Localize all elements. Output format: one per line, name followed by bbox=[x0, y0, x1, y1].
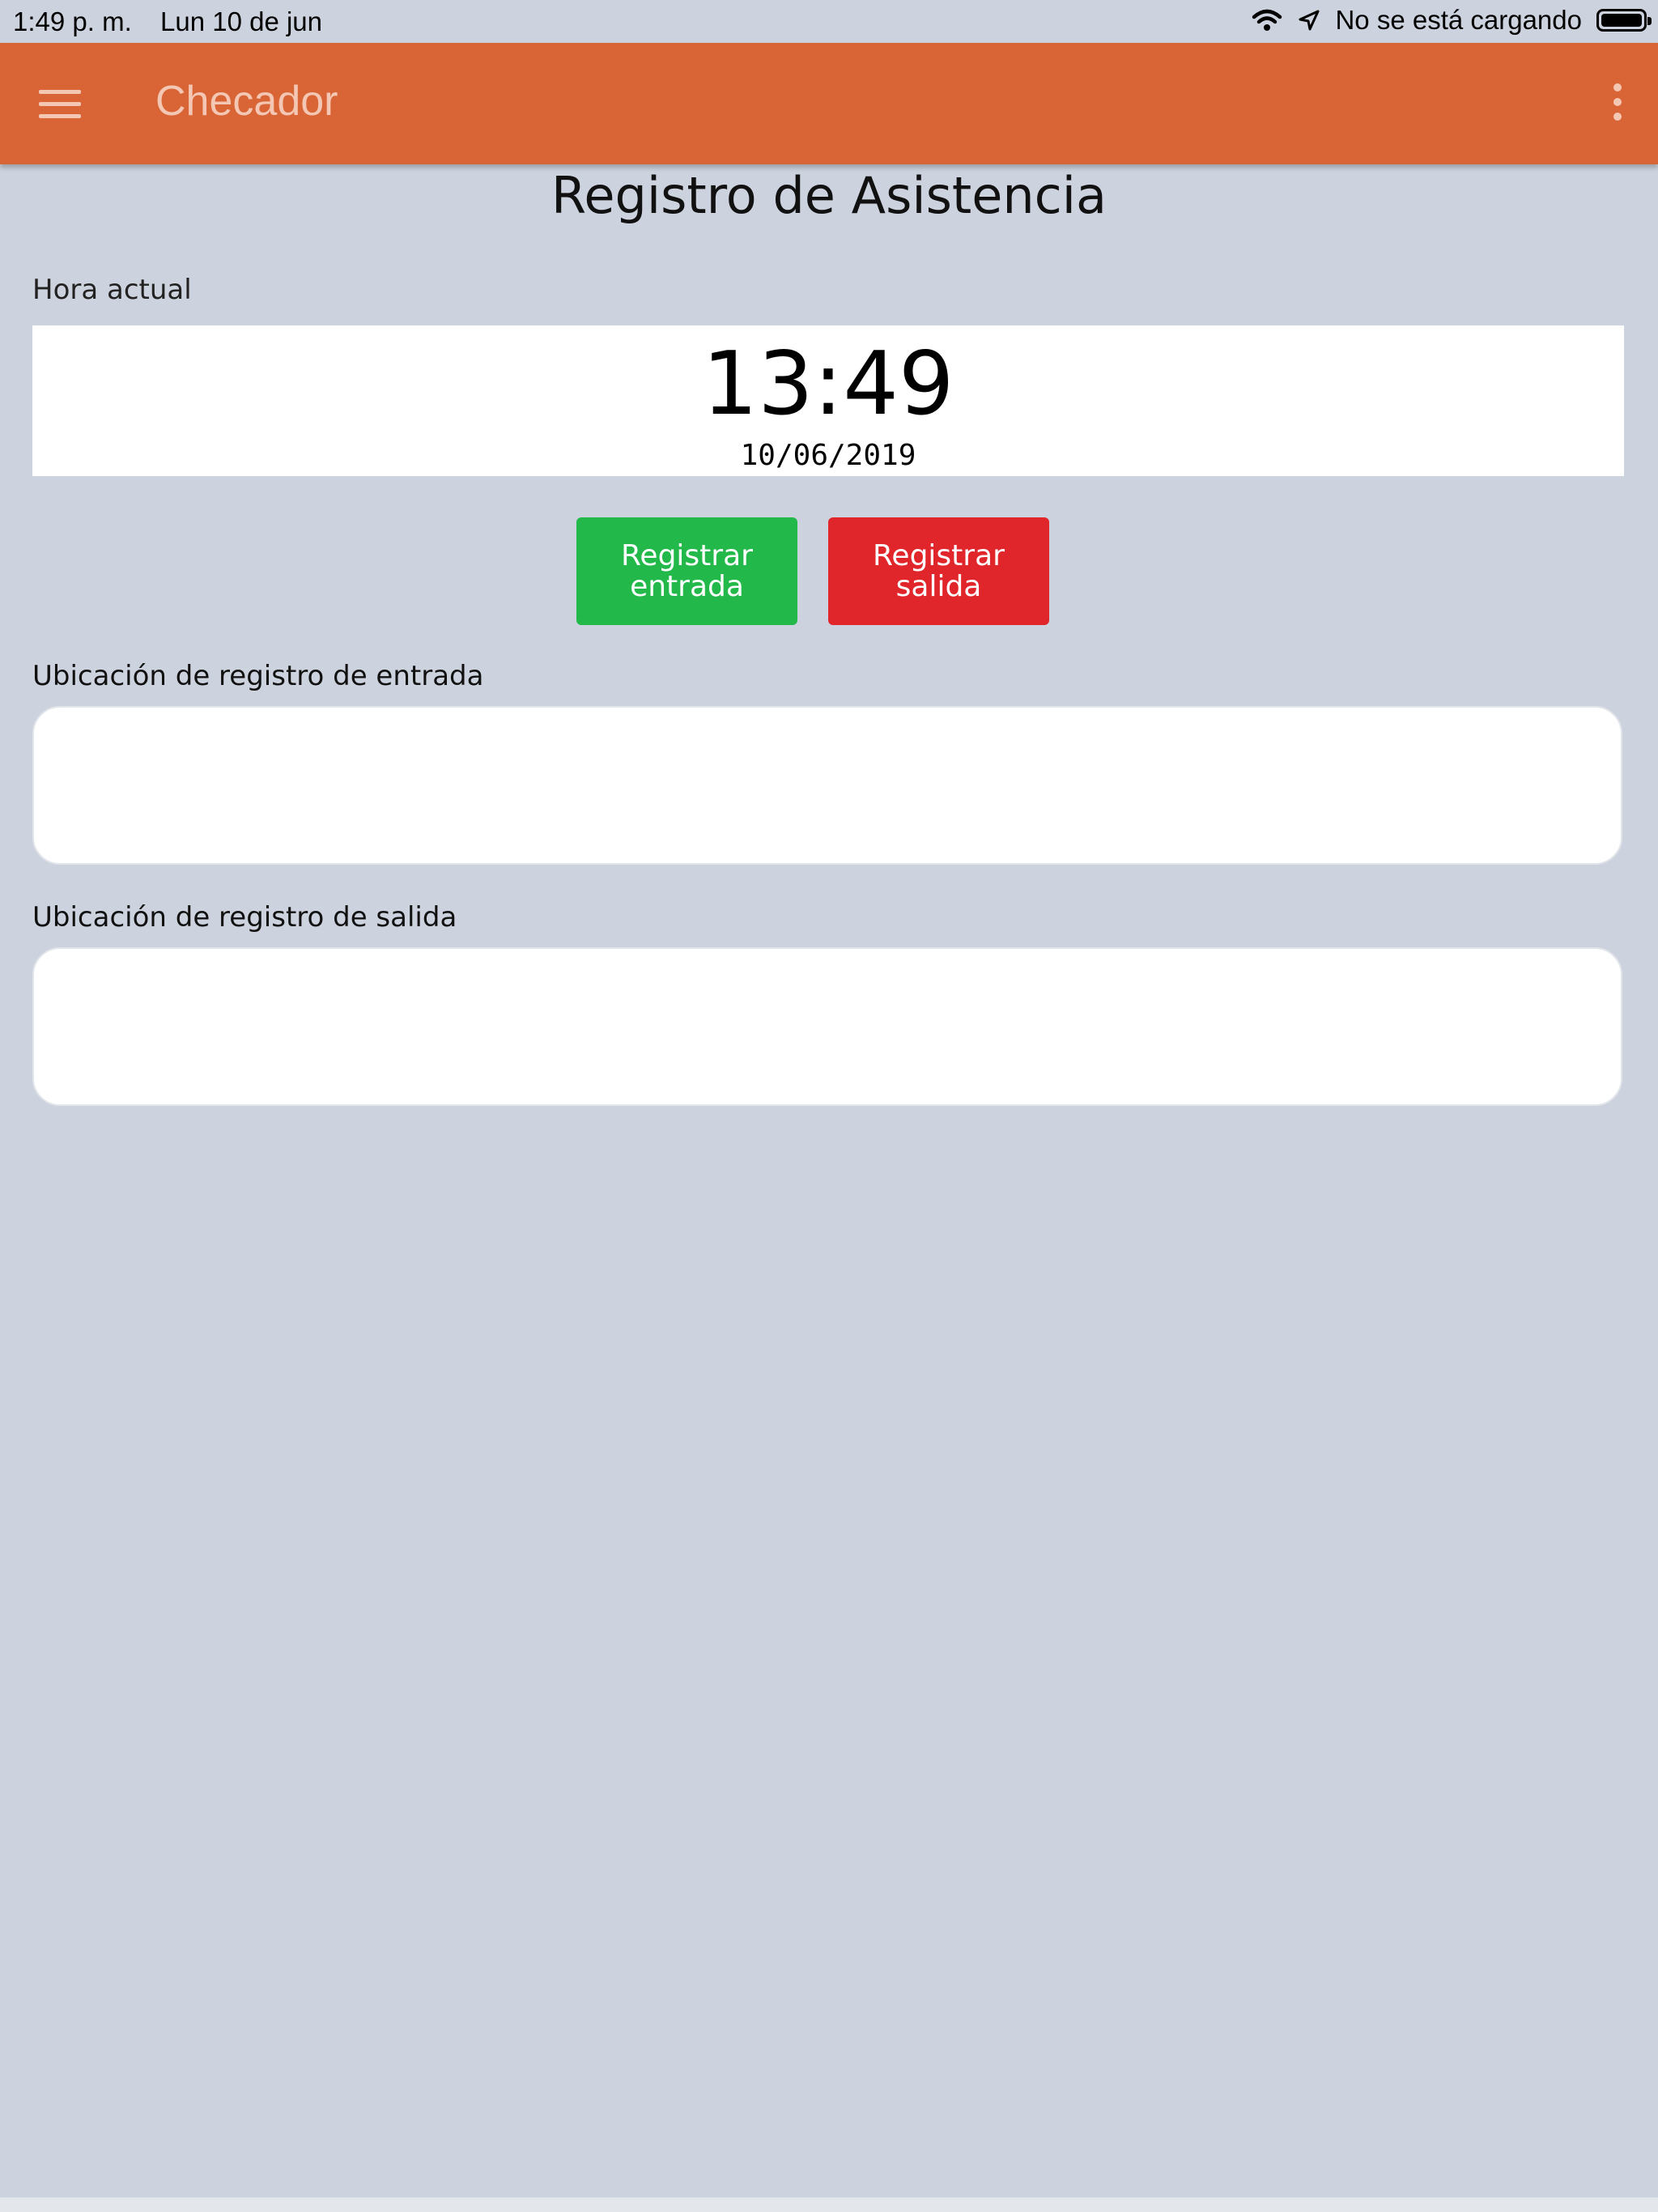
status-date: Lun 10 de jun bbox=[160, 6, 323, 36]
check-out-button[interactable]: Registrar salida bbox=[828, 517, 1049, 625]
clock-panel: 13:49 10/06/2019 bbox=[32, 325, 1624, 476]
battery-icon bbox=[1596, 9, 1652, 32]
charging-status-text: No se está cargando bbox=[1335, 5, 1582, 35]
more-vertical-icon[interactable] bbox=[1609, 83, 1626, 125]
clock-date: 10/06/2019 bbox=[740, 439, 916, 472]
status-time: 1:49 p. m. bbox=[13, 6, 132, 36]
status-right-group: No se está cargando bbox=[1236, 5, 1652, 36]
hamburger-menu-icon[interactable] bbox=[39, 90, 81, 119]
check-out-button-label: Registrar salida bbox=[873, 538, 1005, 603]
clock-time: 13:49 bbox=[702, 334, 954, 435]
current-time-label: Hora actual bbox=[32, 274, 192, 306]
check-in-button-label: Registrar entrada bbox=[621, 538, 753, 603]
check-out-location-label: Ubicación de registro de salida bbox=[32, 901, 457, 934]
app-title: Checador bbox=[155, 78, 338, 125]
app-toolbar: Checador bbox=[0, 43, 1658, 164]
wifi-icon bbox=[1252, 9, 1282, 31]
status-bar: 1:49 p. m. Lun 10 de jun No se está carg… bbox=[0, 0, 1658, 43]
check-in-button[interactable]: Registrar entrada bbox=[576, 517, 797, 625]
bottom-divider bbox=[0, 2197, 1658, 2212]
check-in-location-field[interactable] bbox=[32, 706, 1622, 865]
location-arrow-icon bbox=[1299, 10, 1320, 31]
page-title: Registro de Asistencia bbox=[551, 166, 1107, 225]
check-in-location-label: Ubicación de registro de entrada bbox=[32, 660, 484, 692]
check-out-location-field[interactable] bbox=[32, 947, 1622, 1106]
